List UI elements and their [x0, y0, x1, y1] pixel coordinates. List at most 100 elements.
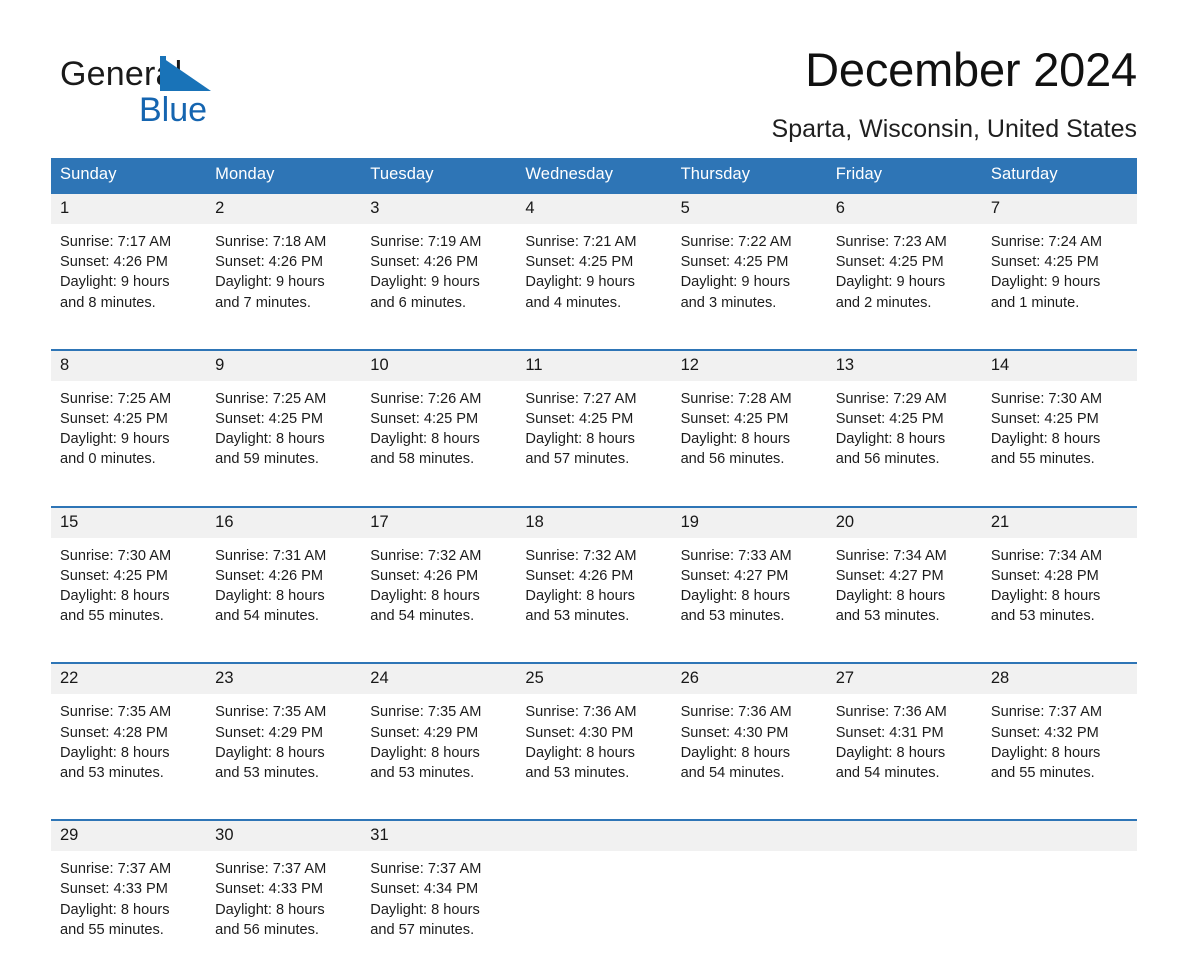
weekday-header-sunday: Sunday: [51, 158, 207, 193]
daylight-text-line1: Daylight: 8 hours: [215, 431, 325, 448]
day-cell[interactable]: 23 Sunrise: 7:35 AM Sunset: 4:29 PM Dayl…: [206, 662, 362, 798]
day-cell[interactable]: 30 Sunrise: 7:37 AM Sunset: 4:33 PM Dayl…: [206, 819, 362, 961]
day-number: 3: [361, 194, 517, 224]
daylight-text-line2: and 53 minutes.: [370, 765, 475, 782]
day-cell[interactable]: 3 Sunrise: 7:19 AM Sunset: 4:26 PM Dayli…: [361, 192, 517, 327]
daylight-text-line1: Daylight: 9 hours: [215, 274, 325, 291]
day-details: Sunrise: 7:18 AM Sunset: 4:26 PM Dayligh…: [206, 224, 361, 327]
day-details: Sunrise: 7:34 AM Sunset: 4:28 PM Dayligh…: [982, 538, 1137, 641]
daylight-text-line2: and 54 minutes.: [835, 765, 940, 782]
day-cell[interactable]: 26 Sunrise: 7:36 AM Sunset: 4:30 PM Dayl…: [671, 662, 827, 798]
day-cell[interactable]: 4 Sunrise: 7:21 AM Sunset: 4:25 PM Dayli…: [516, 192, 672, 327]
page-title: December 2024: [805, 43, 1137, 96]
sunrise-text: Sunrise: 7:37 AM: [990, 704, 1102, 721]
day-cell[interactable]: 12 Sunrise: 7:28 AM Sunset: 4:25 PM Dayl…: [671, 348, 827, 484]
daylight-text-line2: and 0 minutes.: [60, 451, 156, 468]
day-cell[interactable]: 28 Sunrise: 7:37 AM Sunset: 4:32 PM Dayl…: [981, 662, 1137, 798]
day-cell[interactable]: 18 Sunrise: 7:32 AM Sunset: 4:26 PM Dayl…: [516, 505, 672, 641]
day-cell[interactable]: 20 Sunrise: 7:34 AM Sunset: 4:27 PM Dayl…: [826, 505, 982, 641]
location-subtitle: Sparta, Wisconsin, United States: [771, 115, 1137, 143]
daylight-text-line2: and 56 minutes.: [215, 921, 319, 938]
daylight-text-line2: and 53 minutes.: [525, 765, 630, 782]
sunrise-text: Sunrise: 7:25 AM: [60, 390, 172, 407]
day-cell[interactable]: 9 Sunrise: 7:25 AM Sunset: 4:25 PM Dayli…: [206, 348, 362, 484]
sunrise-text: Sunrise: 7:37 AM: [60, 861, 172, 878]
day-cell[interactable]: 13 Sunrise: 7:29 AM Sunset: 4:25 PM Dayl…: [826, 348, 982, 484]
day-cell[interactable]: 22 Sunrise: 7:35 AM Sunset: 4:28 PM Dayl…: [51, 662, 207, 798]
calendar-week-row: 29 Sunrise: 7:37 AM Sunset: 4:33 PM Dayl…: [51, 819, 1137, 961]
daylight-text-line1: Daylight: 8 hours: [525, 588, 635, 605]
day-number: [516, 821, 672, 852]
day-cell[interactable]: 24 Sunrise: 7:35 AM Sunset: 4:29 PM Dayl…: [361, 662, 517, 798]
sunset-text: Sunset: 4:26 PM: [525, 567, 634, 584]
day-details: Sunrise: 7:29 AM Sunset: 4:25 PM Dayligh…: [827, 381, 982, 484]
daylight-text-line1: Daylight: 8 hours: [680, 431, 791, 448]
day-cell[interactable]: 15 Sunrise: 7:30 AM Sunset: 4:25 PM Dayl…: [51, 505, 207, 641]
day-cell[interactable]: 31 Sunrise: 7:37 AM Sunset: 4:34 PM Dayl…: [361, 819, 517, 961]
day-details: [982, 851, 1137, 961]
day-cell[interactable]: 21 Sunrise: 7:34 AM Sunset: 4:28 PM Dayl…: [981, 505, 1137, 641]
day-number: 7: [981, 194, 1137, 224]
daylight-text-line1: Daylight: 8 hours: [990, 431, 1101, 448]
day-cell[interactable]: 2 Sunrise: 7:18 AM Sunset: 4:26 PM Dayli…: [206, 192, 362, 327]
sunset-text: Sunset: 4:25 PM: [525, 254, 634, 271]
day-number: 4: [516, 194, 672, 224]
day-cell[interactable]: 10 Sunrise: 7:26 AM Sunset: 4:25 PM Dayl…: [361, 348, 517, 484]
day-cell[interactable]: 27 Sunrise: 7:36 AM Sunset: 4:31 PM Dayl…: [826, 662, 982, 798]
sunrise-text: Sunrise: 7:19 AM: [370, 234, 482, 250]
day-cell[interactable]: 16 Sunrise: 7:31 AM Sunset: 4:26 PM Dayl…: [206, 505, 362, 641]
day-cell[interactable]: 7 Sunrise: 7:24 AM Sunset: 4:25 PM Dayli…: [981, 192, 1137, 327]
day-details: [672, 851, 827, 961]
sunrise-text: Sunrise: 7:36 AM: [835, 704, 947, 721]
sunset-text: Sunset: 4:25 PM: [680, 254, 789, 271]
sunrise-text: Sunrise: 7:32 AM: [370, 547, 482, 564]
daylight-text-line2: and 54 minutes.: [680, 765, 785, 782]
day-number: 27: [826, 664, 982, 695]
day-cell[interactable]: 25 Sunrise: 7:36 AM Sunset: 4:30 PM Dayl…: [516, 662, 672, 798]
day-cell[interactable]: 8 Sunrise: 7:25 AM Sunset: 4:25 PM Dayli…: [51, 348, 207, 484]
sunrise-text: Sunrise: 7:33 AM: [680, 547, 792, 564]
day-details: Sunrise: 7:24 AM Sunset: 4:25 PM Dayligh…: [982, 224, 1137, 327]
day-cell[interactable]: 17 Sunrise: 7:32 AM Sunset: 4:26 PM Dayl…: [361, 505, 517, 641]
day-details: Sunrise: 7:36 AM Sunset: 4:30 PM Dayligh…: [516, 694, 671, 797]
day-details: Sunrise: 7:37 AM Sunset: 4:32 PM Dayligh…: [982, 694, 1137, 797]
sunset-text: Sunset: 4:30 PM: [525, 724, 634, 741]
daylight-text-line2: and 56 minutes.: [680, 451, 785, 468]
day-number: 28: [981, 664, 1137, 695]
week-spacer: [51, 483, 1137, 507]
sunrise-text: Sunrise: 7:30 AM: [60, 547, 172, 564]
sunrise-text: Sunrise: 7:37 AM: [215, 861, 327, 878]
day-cell[interactable]: 29 Sunrise: 7:37 AM Sunset: 4:33 PM Dayl…: [51, 819, 207, 961]
sunset-text: Sunset: 4:25 PM: [680, 411, 789, 428]
daylight-text-line2: and 53 minutes.: [835, 608, 940, 625]
sunset-text: Sunset: 4:25 PM: [370, 411, 479, 428]
day-number: 13: [826, 350, 982, 381]
daylight-text-line2: and 53 minutes.: [60, 765, 164, 782]
day-details: Sunrise: 7:25 AM Sunset: 4:25 PM Dayligh…: [206, 381, 361, 484]
daylight-text-line1: Daylight: 8 hours: [60, 744, 170, 761]
day-cell[interactable]: 14 Sunrise: 7:30 AM Sunset: 4:25 PM Dayl…: [981, 348, 1137, 484]
day-cell[interactable]: 5 Sunrise: 7:22 AM Sunset: 4:25 PM Dayli…: [671, 192, 827, 327]
day-cell[interactable]: 6 Sunrise: 7:23 AM Sunset: 4:25 PM Dayli…: [826, 192, 982, 327]
day-cell[interactable]: 19 Sunrise: 7:33 AM Sunset: 4:27 PM Dayl…: [671, 505, 827, 641]
daylight-text-line1: Daylight: 8 hours: [370, 588, 480, 605]
sunrise-text: Sunrise: 7:34 AM: [990, 547, 1102, 564]
calendar-page: General Blue December 2024 Sparta, Wisco…: [0, 0, 1188, 961]
sunrise-text: Sunrise: 7:17 AM: [60, 234, 172, 250]
day-number: 10: [361, 350, 517, 381]
sunset-text: Sunset: 4:26 PM: [60, 254, 168, 271]
day-details: Sunrise: 7:30 AM Sunset: 4:25 PM Dayligh…: [982, 381, 1137, 484]
day-number: 5: [671, 194, 827, 224]
calendar-table: Sunday Monday Tuesday Wednesday Thursday…: [51, 158, 1137, 961]
sunrise-text: Sunrise: 7:31 AM: [215, 547, 327, 564]
day-cell[interactable]: 11 Sunrise: 7:27 AM Sunset: 4:25 PM Dayl…: [516, 348, 672, 484]
sunset-text: Sunset: 4:25 PM: [835, 411, 944, 428]
sunset-text: Sunset: 4:25 PM: [990, 254, 1099, 271]
daylight-text-line2: and 1 minute.: [990, 294, 1080, 311]
daylight-text-line1: Daylight: 9 hours: [525, 274, 635, 291]
title-block: December 2024 Sparta, Wisconsin, United …: [377, 42, 1138, 145]
sunrise-text: Sunrise: 7:32 AM: [525, 547, 637, 564]
day-details: Sunrise: 7:30 AM Sunset: 4:25 PM Dayligh…: [51, 538, 206, 641]
day-cell[interactable]: 1 Sunrise: 7:17 AM Sunset: 4:26 PM Dayli…: [51, 192, 207, 327]
daylight-text-line1: Daylight: 8 hours: [215, 744, 325, 761]
